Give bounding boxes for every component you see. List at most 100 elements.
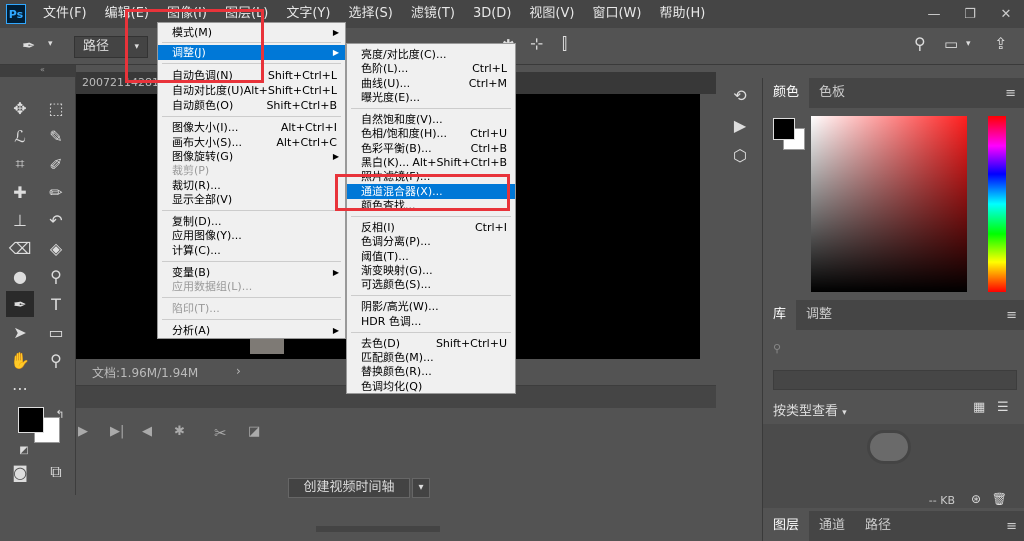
menu-item-auto-contrast[interactable]: 自动对比度(U) Alt+Shift+Ctrl+L	[158, 83, 345, 98]
workspace-icon[interactable]: ▭	[944, 35, 958, 53]
history-brush-icon[interactable]: ↶	[42, 207, 70, 233]
menu-item-brightness-contrast[interactable]: 亮度/对比度(C)...	[347, 47, 515, 62]
quick-select-icon[interactable]: ✎	[42, 123, 70, 149]
brush-tool-icon[interactable]: ✏	[42, 179, 70, 205]
menu-item-adjustments[interactable]: 调整(J) ▶	[158, 45, 345, 60]
library-search[interactable]: ⚲	[773, 342, 1017, 362]
panel-menu-icon[interactable]: ≡	[1005, 86, 1016, 101]
menu-item-canvas-size[interactable]: 画布大小(S)... Alt+Ctrl+C	[158, 135, 345, 150]
menu-item-color-lookup[interactable]: 颜色查找...	[347, 198, 515, 213]
scissors-icon[interactable]: ✂	[214, 424, 227, 442]
menu-item-invert[interactable]: 反相(I) Ctrl+I	[347, 220, 515, 235]
menu-item-levels[interactable]: 色阶(L)... Ctrl+L	[347, 61, 515, 76]
menu-item-calculations[interactable]: 计算(C)...	[158, 243, 345, 258]
rectangle-tool-icon[interactable]: ▭	[42, 319, 70, 345]
tab-color[interactable]: 颜色	[763, 78, 810, 108]
menu-item-hdr-toning[interactable]: HDR 色调...	[347, 314, 515, 329]
search-icon[interactable]: ⚲	[914, 34, 926, 53]
path-mode-select[interactable]: 路径 ▾	[74, 36, 148, 58]
menu-item-analysis[interactable]: 分析(A) ▶	[158, 323, 345, 338]
menu-item-color-balance[interactable]: 色彩平衡(B)... Ctrl+B	[347, 141, 515, 156]
hue-slider[interactable]	[988, 116, 1006, 292]
menu-item-variables[interactable]: 变量(B) ▶	[158, 265, 345, 280]
timeline-type-dropdown[interactable]: ▾	[412, 478, 430, 498]
tab-swatches[interactable]: 色板	[809, 78, 855, 108]
menu-item-reveal-all[interactable]: 显示全部(V)	[158, 192, 345, 207]
menu-view[interactable]: 视图(V)	[520, 0, 583, 28]
library-select[interactable]	[773, 370, 1017, 390]
tab-paths[interactable]: 路径	[855, 511, 901, 541]
crop-tool-icon[interactable]: ⌗	[6, 151, 34, 177]
menu-item-image-rotation[interactable]: 图像旋转(G) ▶	[158, 149, 345, 164]
eraser-tool-icon[interactable]: ⌫	[6, 235, 34, 261]
pen-tool-icon[interactable]: ✒	[22, 36, 35, 55]
list-view-icon[interactable]: ☰	[997, 400, 1009, 415]
menu-item-replace-color[interactable]: 替换颜色(R)...	[347, 364, 515, 379]
trash-icon[interactable]: 🗑	[992, 492, 1007, 506]
chevron-down-icon[interactable]: ▾	[48, 39, 53, 49]
menu-item-mode[interactable]: 模式(M) ▶	[158, 25, 345, 40]
lasso-tool-icon[interactable]: ℒ	[6, 123, 34, 149]
cloud-sync-icon[interactable]: ⊛	[971, 492, 981, 506]
menu-3d[interactable]: 3D(D)	[464, 0, 520, 28]
zoom-tool-icon[interactable]: ⚲	[42, 347, 70, 373]
menu-item-gradient-map[interactable]: 渐变映射(G)...	[347, 263, 515, 278]
pen-tool-icon[interactable]: ✒	[6, 291, 34, 317]
menu-item-match-color[interactable]: 匹配颜色(M)...	[347, 350, 515, 365]
paint-bucket-icon[interactable]: ◈	[42, 235, 70, 261]
panel-menu-icon[interactable]: ≡	[1006, 519, 1017, 534]
menu-item-threshold[interactable]: 阈值(T)...	[347, 249, 515, 264]
menu-item-curves[interactable]: 曲线(U)... Ctrl+M	[347, 76, 515, 91]
audio-icon[interactable]: ◀	[142, 424, 152, 439]
hand-tool-icon[interactable]: ✋	[6, 347, 34, 373]
stamp-tool-icon[interactable]: ⊥	[6, 207, 34, 233]
actions-play-icon[interactable]: ▶	[722, 110, 758, 140]
menu-item-desaturate[interactable]: 去色(D) Shift+Ctrl+U	[347, 336, 515, 351]
menu-item-black-white[interactable]: 黑白(K)... Alt+Shift+Ctrl+B	[347, 155, 515, 170]
blur-tool-icon[interactable]: ●	[6, 263, 34, 289]
tab-layers[interactable]: 图层	[763, 511, 810, 541]
collapse-icon[interactable]: «	[0, 65, 75, 77]
create-video-timeline-button[interactable]: 创建视频时间轴	[288, 478, 410, 498]
menu-item-hue-saturation[interactable]: 色相/饱和度(H)... Ctrl+U	[347, 126, 515, 141]
screen-mode-icon[interactable]: ⧉	[42, 459, 70, 485]
swap-colors-icon[interactable]: ↰	[46, 401, 74, 427]
menu-item-channel-mixer[interactable]: 通道混合器(X)...	[347, 184, 515, 199]
menu-edit[interactable]: 编辑(E)	[96, 0, 158, 28]
menu-file[interactable]: 文件(F)	[34, 0, 96, 28]
close-button[interactable]: ✕	[988, 0, 1024, 28]
transition-icon[interactable]: ◪	[248, 424, 260, 439]
menu-item-image-size[interactable]: 图像大小(I)... Alt+Ctrl+I	[158, 120, 345, 135]
menu-item-shadows-highlights[interactable]: 阴影/高光(W)...	[347, 299, 515, 314]
path-arrangement-icon[interactable]: ⊹	[530, 34, 543, 53]
menu-item-duplicate[interactable]: 复制(D)...	[158, 214, 345, 229]
align-icon[interactable]: ⫿	[562, 34, 567, 54]
panel-menu-icon[interactable]: ≡	[1006, 308, 1017, 323]
tab-channels[interactable]: 通道	[809, 511, 855, 541]
menu-item-apply-image[interactable]: 应用图像(Y)...	[158, 228, 345, 243]
settings-icon[interactable]: ✱	[174, 424, 185, 439]
menu-item-vibrance[interactable]: 自然饱和度(V)...	[347, 112, 515, 127]
menu-select[interactable]: 选择(S)	[339, 0, 401, 28]
3d-icon[interactable]: ⬡	[722, 140, 758, 170]
tab-adjustments[interactable]: 调整	[796, 300, 842, 330]
menu-item-selective-color[interactable]: 可选颜色(S)...	[347, 277, 515, 292]
path-select-icon[interactable]: ➤	[6, 319, 34, 345]
restore-button[interactable]: ❐	[952, 0, 988, 28]
minimize-button[interactable]: —	[916, 0, 952, 28]
menu-item-auto-tone[interactable]: 自动色调(N) Shift+Ctrl+L	[158, 68, 345, 83]
move-tool-icon[interactable]: ✥	[6, 95, 34, 121]
more-tools-icon[interactable]: ⋯	[6, 375, 34, 401]
play-icon[interactable]: ▶	[78, 424, 88, 439]
foreground-swatch[interactable]	[773, 118, 795, 140]
menu-item-auto-color[interactable]: 自动颜色(O) Shift+Ctrl+B	[158, 98, 345, 113]
menu-window[interactable]: 窗口(W)	[583, 0, 650, 28]
grid-view-icon[interactable]: ▦	[973, 400, 985, 415]
timeline-zoom-slider[interactable]	[316, 526, 440, 532]
dodge-tool-icon[interactable]: ⚲	[42, 263, 70, 289]
quick-mask-icon[interactable]: ◙	[6, 459, 34, 485]
menu-item-equalize[interactable]: 色调均化(Q)	[347, 379, 515, 394]
foreground-color-swatch[interactable]	[18, 407, 44, 433]
menu-item-exposure[interactable]: 曝光度(E)...	[347, 90, 515, 105]
tab-libraries[interactable]: 库	[763, 300, 797, 330]
